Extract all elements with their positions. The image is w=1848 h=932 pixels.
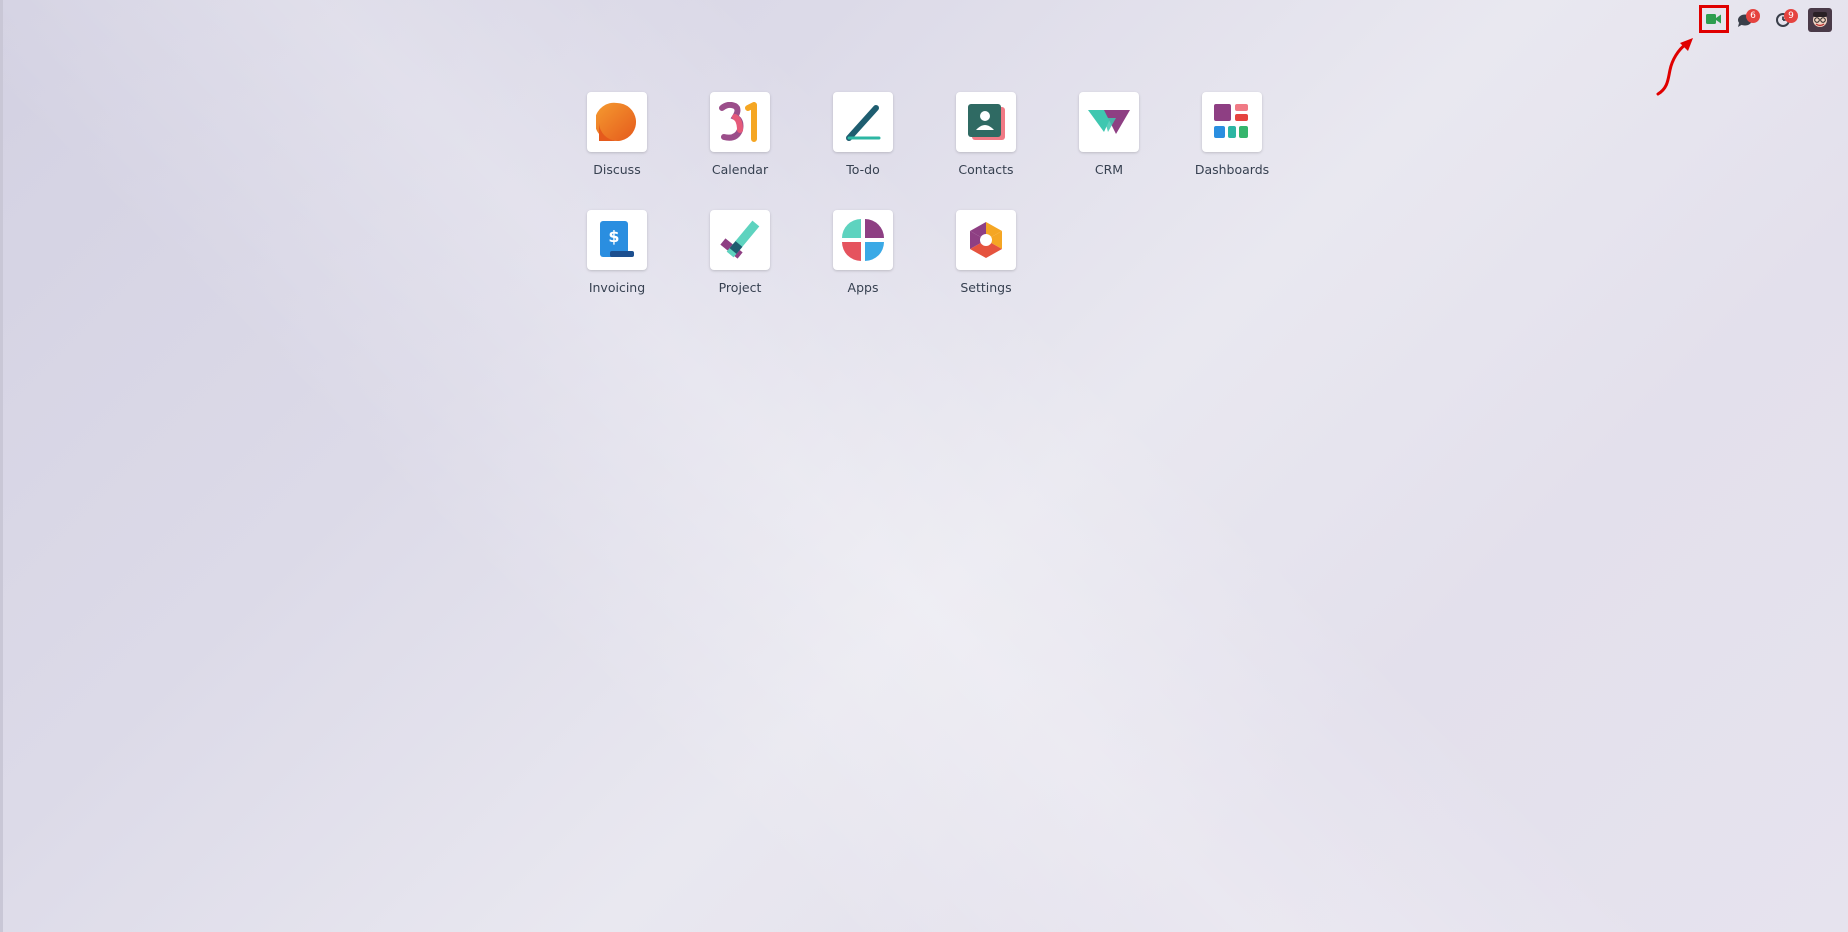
invoicing-icon: $ bbox=[600, 221, 634, 257]
app-tile[interactable] bbox=[956, 210, 1016, 270]
messages-badge: 6 bbox=[1746, 9, 1760, 23]
dashboards-icon bbox=[1214, 104, 1248, 138]
app-label: Project bbox=[718, 280, 762, 295]
app-tile[interactable] bbox=[587, 92, 647, 152]
app-label: Dashboards bbox=[1194, 162, 1270, 177]
app-tile[interactable]: $ bbox=[587, 210, 647, 270]
app-tile[interactable] bbox=[833, 92, 893, 152]
app-label: To-do bbox=[846, 162, 880, 177]
app-label: CRM bbox=[1094, 162, 1124, 177]
app-label: Calendar bbox=[711, 162, 769, 177]
app-tile[interactable] bbox=[956, 92, 1016, 152]
app-label: Contacts bbox=[958, 162, 1014, 177]
app-label: Settings bbox=[960, 280, 1012, 295]
left-edge bbox=[0, 0, 3, 932]
app-tile[interactable] bbox=[833, 210, 893, 270]
project-icon bbox=[720, 220, 760, 259]
app-settings[interactable]: Settings bbox=[925, 210, 1047, 295]
app-apps[interactable]: Apps bbox=[802, 210, 924, 295]
app-dashboards[interactable]: Dashboards bbox=[1171, 92, 1293, 177]
app-contacts[interactable]: Contacts bbox=[925, 92, 1047, 177]
contacts-icon bbox=[968, 104, 1005, 140]
svg-text:$: $ bbox=[608, 227, 619, 246]
discuss-icon bbox=[596, 102, 637, 141]
app-tile[interactable] bbox=[710, 210, 770, 270]
video-camera-icon bbox=[1706, 14, 1721, 24]
app-crm[interactable]: CRM bbox=[1048, 92, 1170, 177]
messages-button[interactable]: 6 bbox=[1730, 5, 1760, 35]
app-invoicing[interactable]: $ Invoicing bbox=[556, 210, 678, 295]
crm-icon bbox=[1088, 110, 1130, 134]
video-call-button[interactable] bbox=[1699, 5, 1729, 33]
settings-icon bbox=[970, 222, 1002, 258]
app-label: Invoicing bbox=[588, 280, 646, 295]
avatar bbox=[1808, 8, 1832, 32]
user-menu-button[interactable] bbox=[1805, 5, 1835, 35]
annotation-arrow bbox=[1656, 38, 1693, 96]
app-discuss[interactable]: Discuss bbox=[556, 92, 678, 177]
todo-icon bbox=[846, 105, 881, 141]
activities-button[interactable]: 9 bbox=[1768, 5, 1798, 35]
app-tile[interactable] bbox=[1079, 92, 1139, 152]
app-label: Discuss bbox=[593, 162, 641, 177]
app-tile[interactable] bbox=[1202, 92, 1262, 152]
background bbox=[0, 0, 1848, 932]
apps-icon bbox=[842, 219, 884, 261]
app-calendar[interactable]: Calendar bbox=[679, 92, 801, 177]
app-tile[interactable] bbox=[710, 92, 770, 152]
calendar-icon bbox=[719, 102, 757, 142]
app-label: Apps bbox=[847, 280, 879, 295]
app-project[interactable]: Project bbox=[679, 210, 801, 295]
app-todo[interactable]: To-do bbox=[802, 92, 924, 177]
activities-badge: 9 bbox=[1784, 9, 1798, 23]
